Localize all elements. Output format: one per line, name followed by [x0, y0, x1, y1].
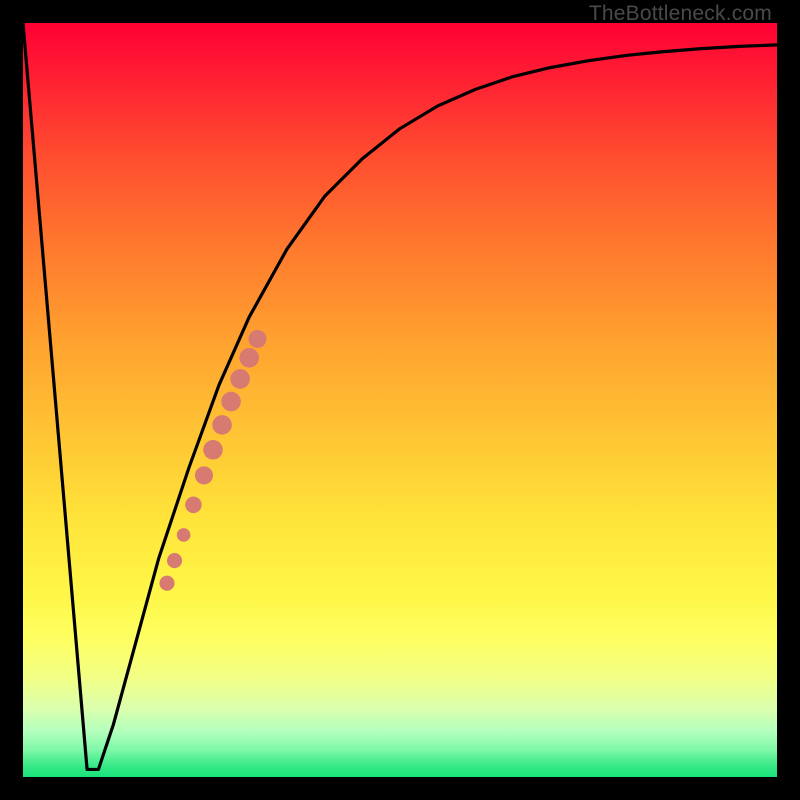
highlight-dot — [239, 348, 259, 368]
curve-layer — [23, 23, 777, 777]
highlight-dot — [221, 392, 241, 412]
highlight-dot — [167, 553, 182, 568]
highlight-dot — [203, 440, 223, 460]
watermark-text: TheBottleneck.com — [589, 2, 772, 26]
highlight-dot — [248, 330, 266, 348]
highlight-dot — [159, 576, 174, 591]
highlight-dot — [230, 369, 250, 389]
highlight-dots — [159, 330, 266, 591]
chart-frame: TheBottleneck.com — [0, 0, 800, 800]
highlight-dot — [212, 415, 232, 435]
highlight-dot — [195, 466, 213, 484]
plot-area — [23, 23, 777, 777]
bottleneck-curve-path — [23, 23, 777, 769]
highlight-dot — [177, 528, 191, 542]
bottleneck-curve — [23, 23, 777, 769]
highlight-dot — [185, 497, 202, 514]
